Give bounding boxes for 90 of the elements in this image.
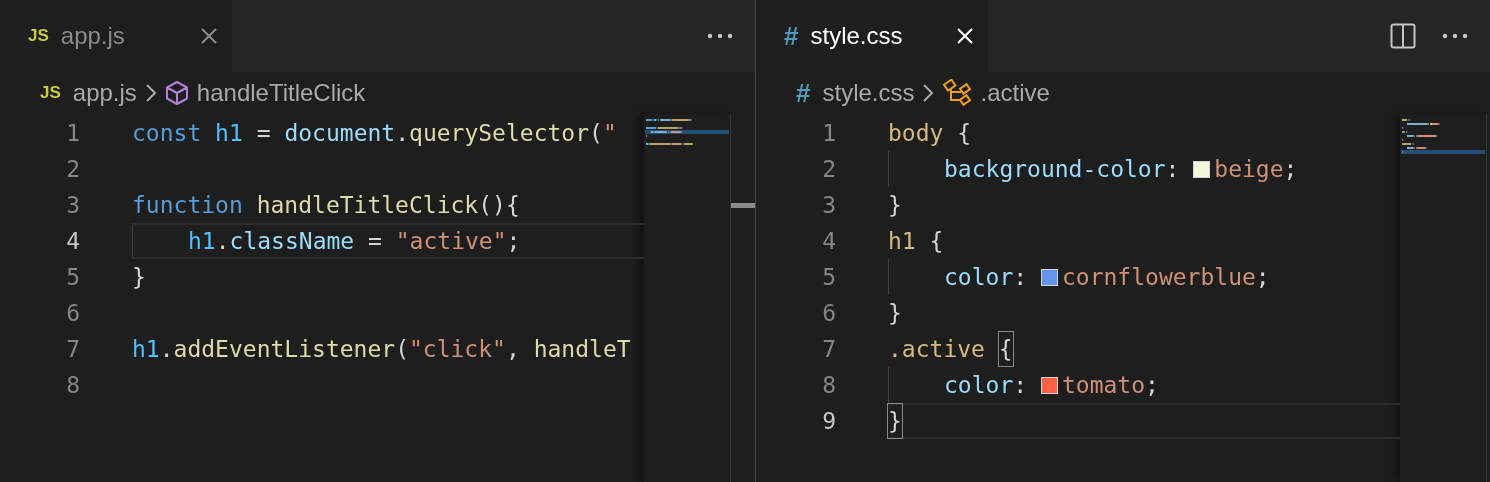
code-token: h1 bbox=[888, 226, 916, 256]
line-number: 5 bbox=[821, 263, 836, 292]
code-token: document bbox=[284, 118, 396, 148]
code-token: color bbox=[944, 262, 1014, 292]
chevron-right-icon bbox=[922, 83, 935, 103]
code-token: className bbox=[229, 226, 355, 256]
color-swatch[interactable] bbox=[1040, 376, 1058, 394]
code-token: } bbox=[888, 298, 902, 328]
line-number: 8 bbox=[821, 371, 836, 400]
line-number: 6 bbox=[821, 299, 836, 328]
more-icon[interactable] bbox=[1442, 33, 1468, 39]
line-number: 6 bbox=[65, 299, 80, 328]
code-token: } bbox=[888, 403, 902, 439]
code-token: } bbox=[888, 190, 902, 220]
code-token: h1 bbox=[215, 118, 243, 148]
code-token: } bbox=[132, 262, 146, 292]
split-editor-icon[interactable] bbox=[1390, 23, 1416, 49]
scroll-marker bbox=[731, 203, 755, 208]
code-token: { bbox=[998, 331, 1013, 367]
line-number: 4 bbox=[65, 227, 80, 256]
line-number: 3 bbox=[821, 191, 836, 220]
code-token: handleT bbox=[533, 334, 631, 364]
code-token: . bbox=[159, 334, 174, 364]
code-token: function bbox=[132, 190, 243, 220]
code-token: = bbox=[256, 118, 271, 148]
file-type-icon: # bbox=[796, 73, 811, 113]
cube-icon bbox=[164, 80, 189, 106]
code-token: : bbox=[1013, 370, 1028, 400]
breadcrumb-file[interactable]: style.css bbox=[822, 75, 915, 111]
line-number: 3 bbox=[65, 191, 80, 220]
code-token: tomato bbox=[1061, 370, 1146, 400]
code-token: . bbox=[215, 226, 230, 256]
code-token: cornflowerblue bbox=[1061, 262, 1256, 292]
code-token: : bbox=[1165, 154, 1180, 184]
code-token: h1 bbox=[132, 334, 160, 364]
code-token: ; bbox=[1255, 262, 1270, 292]
line-number: 8 bbox=[65, 371, 80, 400]
code-token: addEventListener bbox=[173, 334, 396, 364]
file-type-icon: JS bbox=[28, 23, 49, 49]
code-token: background-color bbox=[944, 154, 1166, 184]
indent-guide bbox=[888, 151, 889, 187]
line-number: 7 bbox=[821, 335, 836, 364]
hierarchy-icon bbox=[942, 79, 973, 107]
code-token: "active" bbox=[395, 226, 507, 256]
code-token: ; bbox=[506, 226, 521, 256]
color-swatch[interactable] bbox=[1193, 160, 1211, 178]
breadcrumb-symbol[interactable]: .active bbox=[980, 75, 1050, 111]
tab-label: style.css bbox=[810, 21, 903, 51]
line-number: 2 bbox=[821, 155, 836, 184]
indent-guide bbox=[888, 367, 889, 403]
code-token: . bbox=[395, 118, 410, 148]
chevron-right-icon bbox=[144, 83, 157, 103]
indent-guide bbox=[132, 225, 133, 257]
line-number: 9 bbox=[821, 407, 836, 436]
code-token: color bbox=[944, 370, 1014, 400]
code-token: = bbox=[368, 226, 382, 256]
code-token: (){ bbox=[478, 190, 520, 220]
code-token: querySelector bbox=[409, 118, 590, 148]
color-swatch[interactable] bbox=[1040, 268, 1058, 286]
code-token: const bbox=[132, 118, 202, 148]
breadcrumb-file[interactable]: app.js bbox=[72, 75, 137, 111]
code-token: { bbox=[957, 118, 972, 148]
line-number: 7 bbox=[65, 335, 80, 364]
code-token: handleTitleClick bbox=[256, 190, 479, 220]
editor-tab[interactable]: # style.css bbox=[756, 0, 988, 72]
tab-label: app.js bbox=[60, 21, 125, 51]
file-type-icon: # bbox=[784, 16, 799, 56]
more-icon[interactable] bbox=[707, 33, 733, 39]
line-number: 1 bbox=[821, 119, 836, 148]
code-token: ; bbox=[1283, 154, 1298, 184]
code-token: { bbox=[929, 226, 944, 256]
code-token: : bbox=[1013, 262, 1028, 292]
code-token: ( bbox=[395, 334, 409, 364]
line-number: 5 bbox=[65, 263, 80, 292]
code-token: , bbox=[505, 334, 520, 364]
editor-tab[interactable]: JS app.js bbox=[0, 0, 232, 72]
code-token: .active bbox=[888, 334, 985, 364]
indent-guide bbox=[888, 259, 889, 295]
file-type-icon: JS bbox=[40, 80, 61, 106]
code-token: " bbox=[602, 118, 617, 148]
code-token: ( bbox=[589, 118, 603, 148]
code-token: "click" bbox=[409, 334, 506, 364]
line-number: 4 bbox=[821, 227, 836, 256]
breadcrumb-symbol[interactable]: handleTitleClick bbox=[196, 75, 366, 111]
line-number: 2 bbox=[65, 155, 80, 184]
line-number: 1 bbox=[65, 119, 80, 148]
code-token: ; bbox=[1145, 370, 1159, 400]
code-token: beige bbox=[1214, 154, 1284, 184]
code-token: body bbox=[888, 118, 944, 148]
code-token: h1 bbox=[188, 226, 216, 256]
